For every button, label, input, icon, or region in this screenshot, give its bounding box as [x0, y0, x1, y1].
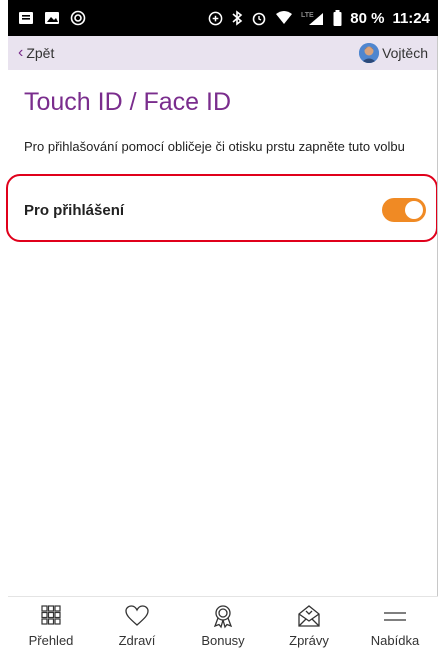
tab-zdravi[interactable]: Zdraví [94, 597, 180, 652]
toggle-knob [405, 201, 423, 219]
image-icon [44, 10, 60, 26]
battery-icon [333, 10, 342, 26]
alarm-icon [251, 10, 267, 26]
setting-row-login: Pro přihlášení [8, 175, 438, 245]
user-profile[interactable]: Vojtěch [359, 43, 428, 63]
tab-bonusy[interactable]: Bonusy [180, 597, 266, 652]
tab-zpravy[interactable]: Zprávy [266, 597, 352, 652]
target-icon [70, 10, 86, 26]
wifi-icon [275, 10, 293, 26]
setting-label: Pro přihlášení [24, 201, 125, 219]
user-name: Vojtěch [382, 45, 428, 61]
nav-bar: ‹ Zpět Vojtěch [8, 36, 438, 70]
avatar [359, 43, 380, 63]
back-label: Zpět [26, 45, 55, 61]
svg-text:LTE: LTE [301, 12, 314, 19]
bluetooth-icon [231, 10, 243, 26]
grid-icon [41, 605, 61, 625]
bottom-tab-bar: Přehled Zdraví Bonusy Zprávy Nabídka [8, 596, 438, 652]
back-button[interactable]: ‹ Zpět [18, 44, 54, 62]
tab-label: Zdraví [118, 633, 156, 648]
tab-label: Nabídka [370, 633, 420, 648]
tab-prehled[interactable]: Přehled [8, 597, 94, 652]
chevron-left-icon: ‹ [18, 44, 24, 61]
login-toggle[interactable] [382, 198, 426, 222]
heart-icon [125, 605, 149, 626]
status-bar: LTE 80 % 11:24 [8, 0, 438, 36]
tab-label: Bonusy [201, 633, 245, 648]
page-description: Pro přihlašování pomocí obličeje či otis… [24, 139, 405, 154]
phone-edge [0, 0, 8, 652]
status-bar-left [18, 10, 86, 26]
clock: 11:24 [392, 9, 430, 27]
data-saver-icon [208, 11, 223, 26]
menu-icon [384, 612, 406, 621]
award-icon [213, 605, 233, 629]
signal-icon: LTE [301, 10, 325, 26]
envelope-icon [298, 605, 320, 627]
status-bar-right: LTE 80 % 11:24 [208, 10, 430, 27]
battery-percent: 80 % [350, 9, 385, 27]
page-title: Touch ID / Face ID [24, 88, 232, 116]
tab-nabidka[interactable]: Nabídka [352, 597, 438, 652]
notification-icon [18, 10, 34, 26]
tab-label: Přehled [28, 633, 74, 648]
tab-label: Zprávy [289, 633, 329, 648]
